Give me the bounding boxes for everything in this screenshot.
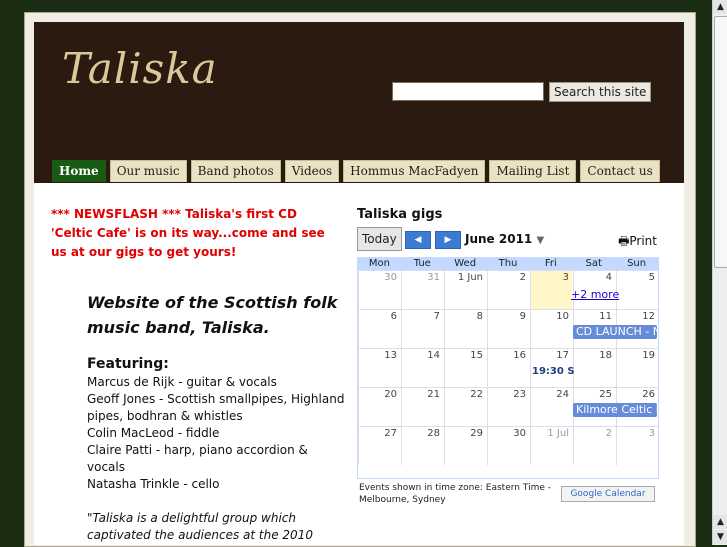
site-header: Taliska Search this site Home Our music … <box>34 22 684 183</box>
newsflash: *** NEWSFLASH *** Taliska's first CD 'Ce… <box>51 205 341 262</box>
scroll-up-icon[interactable]: ▲ <box>713 0 727 14</box>
site-logo[interactable]: Taliska <box>62 44 218 93</box>
print-button[interactable]: 🖶Print <box>618 232 657 253</box>
calendar-toolbar: Today ◀ ▶ June 2011 ▼ 🖶Print <box>357 227 657 253</box>
main-nav: Home Our music Band photos Videos Hommus… <box>52 160 660 182</box>
day-cell[interactable]: 19 <box>616 349 658 387</box>
weekday-label: Fri <box>544 258 557 269</box>
weekday-label: Tue <box>413 258 431 269</box>
month-grid: Mon Tue Wed Thu Fri Sat Sun 30 31 1 Jun … <box>357 257 659 479</box>
tab-band-photos[interactable]: Band photos <box>190 160 281 182</box>
day-cell-today[interactable]: 3 <box>530 271 572 309</box>
tab-hommus-macfadyen[interactable]: Hommus MacFadyen <box>343 160 486 182</box>
day-cell[interactable]: 24 <box>530 388 572 426</box>
day-cell[interactable]: 8 <box>444 310 486 348</box>
day-cell[interactable]: 29 <box>444 427 486 465</box>
press-quote: "Taliska is a delightful group which cap… <box>87 511 313 542</box>
scroll-up-icon[interactable]: ▲ <box>713 515 727 529</box>
event-kilmore[interactable]: Kilmore Celtic F <box>573 403 657 417</box>
weekday-label: Wed <box>454 258 477 269</box>
weekday-label: Thu <box>498 258 518 269</box>
weekday-label: Sun <box>627 258 647 269</box>
day-cell[interactable]: 31 <box>401 271 443 309</box>
day-cell[interactable]: 13 <box>358 349 400 387</box>
more-events-link[interactable]: +2 more <box>571 288 619 301</box>
day-cell[interactable]: 27 <box>358 427 400 465</box>
member-2: Geoff Jones - Scottish smallpipes, Highl… <box>87 392 345 423</box>
search-button[interactable]: Search this site <box>549 82 652 102</box>
event-cd-launch[interactable]: CD LAUNCH - N <box>573 325 657 339</box>
tab-contact-us[interactable]: Contact us <box>580 160 660 182</box>
featuring-section: Featuring: Marcus de Rijk - guitar & voc… <box>87 356 347 493</box>
day-cell[interactable]: 30 <box>358 271 400 309</box>
day-cell[interactable]: 3 <box>616 427 658 465</box>
featuring-title: Featuring: <box>87 356 169 372</box>
page: Taliska Search this site Home Our music … <box>34 22 684 545</box>
day-cell[interactable]: 23 <box>487 388 529 426</box>
day-cell[interactable]: 22 <box>444 388 486 426</box>
week-row: 27 28 29 30 1 Jul 2 3 <box>358 426 658 465</box>
day-cell[interactable]: 14 <box>401 349 443 387</box>
day-cell[interactable]: 20 <box>358 388 400 426</box>
current-month[interactable]: June 2011 ▼ <box>465 232 544 246</box>
scroll-down-icon[interactable]: ▼ <box>713 530 727 544</box>
search-input[interactable] <box>392 82 544 101</box>
day-cell[interactable]: 10 <box>530 310 572 348</box>
newsflash-text: *** NEWSFLASH *** Taliska's first CD 'Ce… <box>51 207 325 259</box>
weekday-header: Mon Tue Wed Thu Fri Sat Sun <box>358 258 658 270</box>
member-1: Marcus de Rijk - guitar & vocals <box>87 375 277 389</box>
day-cell[interactable]: 16 <box>487 349 529 387</box>
tab-home[interactable]: Home <box>52 160 106 182</box>
day-cell[interactable]: 5 <box>616 271 658 309</box>
weekday-label: Mon <box>368 258 390 269</box>
tab-our-music[interactable]: Our music <box>109 160 187 182</box>
day-cell[interactable]: 15 <box>444 349 486 387</box>
day-cell[interactable]: 2 <box>573 427 615 465</box>
day-cell[interactable]: 18 <box>573 349 615 387</box>
day-cell[interactable]: 28 <box>401 427 443 465</box>
week-row: 20 21 22 23 24 25 26 Kilmore Celtic F <box>358 387 658 426</box>
day-cell[interactable]: 7 <box>401 310 443 348</box>
member-5: Natasha Trinkle - cello <box>87 477 220 491</box>
event-timed[interactable]: 19:30 S <box>532 366 575 377</box>
week-row: 6 7 8 9 10 11 12 CD LAUNCH - N <box>358 309 658 348</box>
scrollbar-thumb[interactable] <box>714 16 727 268</box>
week-row: 30 31 1 Jun 2 3 4 5 +2 more <box>358 270 658 309</box>
day-cell[interactable]: 1 Jun <box>444 271 486 309</box>
google-calendar-badge[interactable]: Google Calendar <box>561 486 655 502</box>
tab-mailing-list[interactable]: Mailing List <box>489 160 577 182</box>
day-cell[interactable]: 30 <box>487 427 529 465</box>
today-button[interactable]: Today <box>357 227 402 251</box>
day-cell[interactable]: 1 Jul <box>530 427 572 465</box>
next-month-icon[interactable]: ▶ <box>435 231 461 249</box>
day-cell[interactable]: 9 <box>487 310 529 348</box>
day-cell[interactable]: 21 <box>401 388 443 426</box>
site-tagline: Website of the Scottish folk music band,… <box>87 293 338 337</box>
printer-icon: 🖶 <box>618 234 630 248</box>
timezone-note: Events shown in time zone: Eastern Time … <box>359 483 551 505</box>
chevron-down-icon: ▼ <box>536 235 545 246</box>
prev-month-icon[interactable]: ◀ <box>405 231 431 249</box>
week-row: 13 14 15 16 17 18 19 19:30 S <box>358 348 658 387</box>
member-4: Claire Patti - harp, piano accordion & v… <box>87 443 308 474</box>
vertical-scrollbar[interactable]: ▲ ▲ ▼ <box>712 0 727 545</box>
calendar-title: Taliska gigs <box>357 207 443 222</box>
day-cell[interactable]: 2 <box>487 271 529 309</box>
day-cell[interactable]: 6 <box>358 310 400 348</box>
gigs-calendar: Taliska gigs Today ◀ ▶ June 2011 ▼ 🖶Prin… <box>357 207 659 507</box>
tab-videos[interactable]: Videos <box>284 160 340 182</box>
weekday-label: Sat <box>585 258 602 269</box>
member-3: Colin MacLeod - fiddle <box>87 426 220 440</box>
